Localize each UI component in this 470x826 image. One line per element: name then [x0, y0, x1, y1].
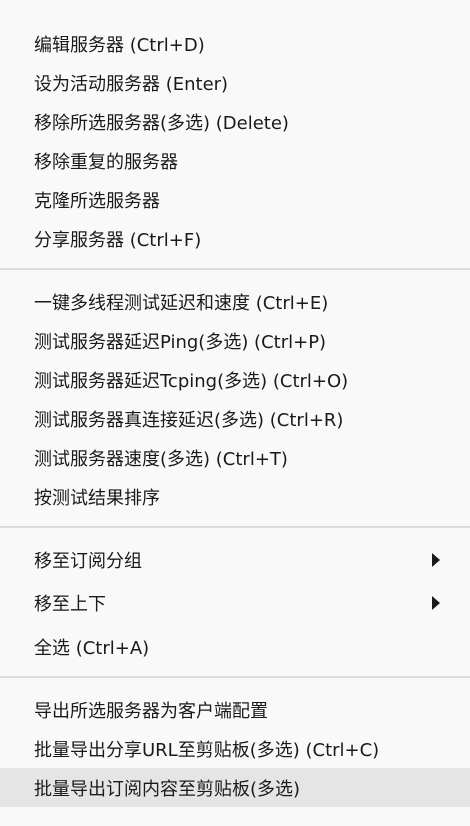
menu-item-select-all[interactable]: 全选 (Ctrl+A)	[0, 627, 470, 666]
menu-item-export-subscription[interactable]: 批量导出订阅内容至剪贴板(多选)	[0, 768, 470, 807]
menu-item-clone-selected[interactable]: 克隆所选服务器	[0, 180, 470, 219]
menu-item-remove-duplicates[interactable]: 移除重复的服务器	[0, 141, 470, 180]
menu-item-multithread-test[interactable]: 一键多线程测试延迟和速度 (Ctrl+E)	[0, 282, 470, 321]
menu-item-label: 移至订阅分组	[34, 550, 142, 572]
menu-item-test-tcping[interactable]: 测试服务器延迟Tcping(多选) (Ctrl+O)	[0, 360, 470, 399]
menu-item-export-client-config[interactable]: 导出所选服务器为客户端配置	[0, 690, 470, 729]
menu-item-label: 分享服务器 (Ctrl+F)	[34, 229, 202, 251]
menu-item-test-ping[interactable]: 测试服务器延迟Ping(多选) (Ctrl+P)	[0, 321, 470, 360]
menu-item-label: 批量导出订阅内容至剪贴板(多选)	[34, 778, 301, 800]
menu-item-move-to-group[interactable]: 移至订阅分组	[0, 540, 470, 579]
menu-item-label: 测试服务器速度(多选) (Ctrl+T)	[34, 448, 288, 470]
menu-separator	[0, 676, 470, 678]
menu-item-label: 按测试结果排序	[34, 487, 160, 509]
menu-item-label: 测试服务器延迟Tcping(多选) (Ctrl+O)	[34, 370, 349, 392]
menu-item-label: 克隆所选服务器	[34, 190, 160, 212]
menu-item-share-server[interactable]: 分享服务器 (Ctrl+F)	[0, 219, 470, 258]
menu-item-sort-by-result[interactable]: 按测试结果排序	[0, 477, 470, 516]
menu-item-label: 移至上下	[34, 593, 106, 615]
menu-item-test-real-delay[interactable]: 测试服务器真连接延迟(多选) (Ctrl+R)	[0, 399, 470, 438]
menu-item-label: 一键多线程测试延迟和速度 (Ctrl+E)	[34, 292, 329, 314]
context-menu: 编辑服务器 (Ctrl+D) 设为活动服务器 (Enter) 移除所选服务器(多…	[0, 0, 470, 826]
menu-separator	[0, 268, 470, 270]
menu-item-edit-server[interactable]: 编辑服务器 (Ctrl+D)	[0, 24, 470, 63]
menu-item-label: 测试服务器延迟Ping(多选) (Ctrl+P)	[34, 331, 327, 353]
menu-item-set-active-server[interactable]: 设为活动服务器 (Enter)	[0, 63, 470, 102]
menu-item-move-up-down[interactable]: 移至上下	[0, 583, 470, 622]
menu-item-label: 设为活动服务器 (Enter)	[34, 73, 229, 95]
menu-item-label: 导出所选服务器为客户端配置	[34, 700, 268, 722]
menu-item-label: 编辑服务器 (Ctrl+D)	[34, 34, 205, 56]
chevron-right-icon	[432, 595, 440, 610]
menu-item-label: 测试服务器真连接延迟(多选) (Ctrl+R)	[34, 409, 344, 431]
menu-item-export-share-urls[interactable]: 批量导出分享URL至剪贴板(多选) (Ctrl+C)	[0, 729, 470, 768]
menu-item-label: 移除重复的服务器	[34, 151, 178, 173]
menu-separator	[0, 526, 470, 528]
menu-item-test-speed[interactable]: 测试服务器速度(多选) (Ctrl+T)	[0, 438, 470, 477]
menu-item-label: 批量导出分享URL至剪贴板(多选) (Ctrl+C)	[34, 739, 380, 761]
menu-item-remove-selected[interactable]: 移除所选服务器(多选) (Delete)	[0, 102, 470, 141]
menu-item-label: 全选 (Ctrl+A)	[34, 637, 150, 659]
chevron-right-icon	[432, 552, 440, 567]
menu-item-label: 移除所选服务器(多选) (Delete)	[34, 112, 289, 134]
